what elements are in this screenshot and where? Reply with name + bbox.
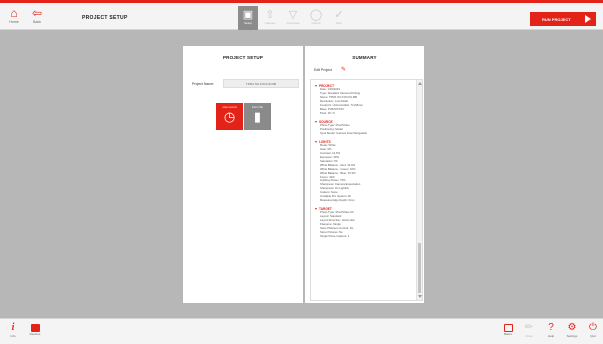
gear-icon: ⚙: [567, 322, 577, 333]
power-icon: ⏻: [589, 322, 597, 333]
tab-compose[interactable]: ▽ Compose: [283, 6, 303, 30]
tab-setup-label: Setup: [244, 21, 252, 25]
draw-label: Draw: [525, 334, 533, 338]
run-project-label: RUN PROJECT: [542, 17, 571, 22]
summary-row: Pixel: 15 / 9: [320, 110, 335, 115]
back-arrow-icon: ⇦: [31, 6, 43, 20]
back-button[interactable]: ⇦ Back: [26, 7, 48, 25]
timer-icon: ◷: [223, 109, 236, 124]
output-icon: ◯: [309, 9, 323, 21]
help-label: Help: [547, 334, 555, 338]
page-title: PROJECT SETUP: [82, 15, 128, 21]
devices-label: Devices: [29, 332, 41, 336]
camera-icon: ▣: [242, 9, 254, 21]
summary-list: PROJECT Date: 1/15/2019 Type: Standard Cam…: [310, 79, 423, 301]
live-record-source-tile[interactable]: Live record ◷: [216, 103, 243, 130]
capture-icon: ⇧: [265, 9, 275, 21]
edit-project-link[interactable]: Edit Project: [314, 68, 332, 72]
home-icon: ⌂: [10, 6, 18, 20]
summary-row: Measured Algo Depth: 0mm: [320, 197, 355, 202]
scroll-down-icon[interactable]: [418, 295, 422, 298]
summary-row: Input Model: Camera Interchangeable: [320, 130, 367, 135]
edit-icon: ✓: [334, 9, 344, 21]
file-icon: ▮: [253, 109, 262, 124]
tab-setup[interactable]: ▣ Setup: [238, 6, 258, 30]
tab-edit-label: Edit: [336, 21, 342, 25]
summary-section: LIGHTS Mode: White Gain: 0% Contrast: 14.6%…: [311, 140, 422, 203]
bottom-toolbar: i Info Devices Macro ✏ Draw ? Help ⚙ Set…: [0, 318, 603, 344]
macro-button[interactable]: Macro: [500, 322, 516, 337]
project-name-input[interactable]: [223, 79, 299, 88]
top-toolbar: ⌂ Home ⇦ Back PROJECT SETUP ▣ Setup ⇧ Ca…: [0, 0, 603, 30]
summary-section: PROJECT Date: 1/15/2019 Type: Standard Cam…: [311, 84, 422, 116]
summary-section: SOURCE Photo Type: Pixel/Video Positioning…: [311, 120, 422, 136]
home-label: Home: [9, 20, 19, 24]
summary-row: Single Piece Capture: 1: [320, 233, 350, 238]
devices-button[interactable]: Devices: [27, 322, 43, 337]
summary-scrollbar[interactable]: [416, 80, 422, 300]
macro-icon: [503, 324, 513, 332]
home-button[interactable]: ⌂ Home: [3, 7, 25, 25]
run-project-button[interactable]: RUN PROJECT: [530, 12, 596, 26]
help-button[interactable]: ? Help: [543, 322, 559, 339]
project-setup-title: PROJECT SETUP: [222, 55, 264, 60]
tab-capture[interactable]: ⇧ Capture: [260, 6, 280, 30]
info-label: Info: [10, 334, 16, 338]
tab-edit[interactable]: ✓ Edit: [329, 6, 349, 30]
macro-label: Macro: [503, 332, 513, 336]
caret-down-icon: [315, 85, 317, 88]
draw-button[interactable]: ✏ Draw: [521, 322, 537, 339]
settings-button[interactable]: ⚙ Settings: [564, 322, 580, 339]
compose-icon: ▽: [288, 9, 298, 21]
play-icon: [585, 15, 591, 23]
help-icon: ?: [548, 322, 554, 333]
scrollbar-thumb[interactable]: [418, 243, 421, 293]
quit-button[interactable]: ⏻ Quit: [585, 322, 601, 339]
tab-compose-label: Compose: [286, 21, 300, 25]
info-button[interactable]: i Info: [5, 322, 21, 339]
caret-down-icon: [315, 120, 317, 123]
project-name-label: Project Name:: [192, 82, 215, 86]
monitor-icon: [30, 324, 40, 332]
tab-capture-label: Capture: [264, 21, 276, 25]
back-label: Back: [33, 20, 41, 24]
summary-content: PROJECT Date: 1/15/2019 Type: Standard Cam…: [311, 84, 422, 239]
quit-label: Quit: [590, 334, 596, 338]
tab-output-label: Output: [311, 21, 321, 25]
summary-panel: SUMMARY Edit Project ✎ PROJECT Date: 1/15…: [305, 46, 424, 303]
pencil-icon: ✏: [524, 322, 534, 333]
scroll-up-icon[interactable]: [418, 82, 422, 85]
project-setup-panel: PROJECT SETUP Project Name: Live record …: [183, 46, 303, 303]
tab-output[interactable]: ◯ Output: [306, 6, 326, 30]
info-icon: i: [11, 322, 15, 333]
caret-down-icon: [315, 141, 317, 144]
from-file-source-tile[interactable]: From file ▮: [244, 103, 271, 130]
pencil-icon[interactable]: ✎: [341, 66, 346, 73]
summary-title: SUMMARY: [352, 55, 377, 60]
caret-down-icon: [315, 208, 317, 211]
settings-label: Settings: [566, 334, 578, 338]
summary-section: TARGET Photo Type: Pixel/Video Mr Layout: …: [311, 207, 422, 239]
